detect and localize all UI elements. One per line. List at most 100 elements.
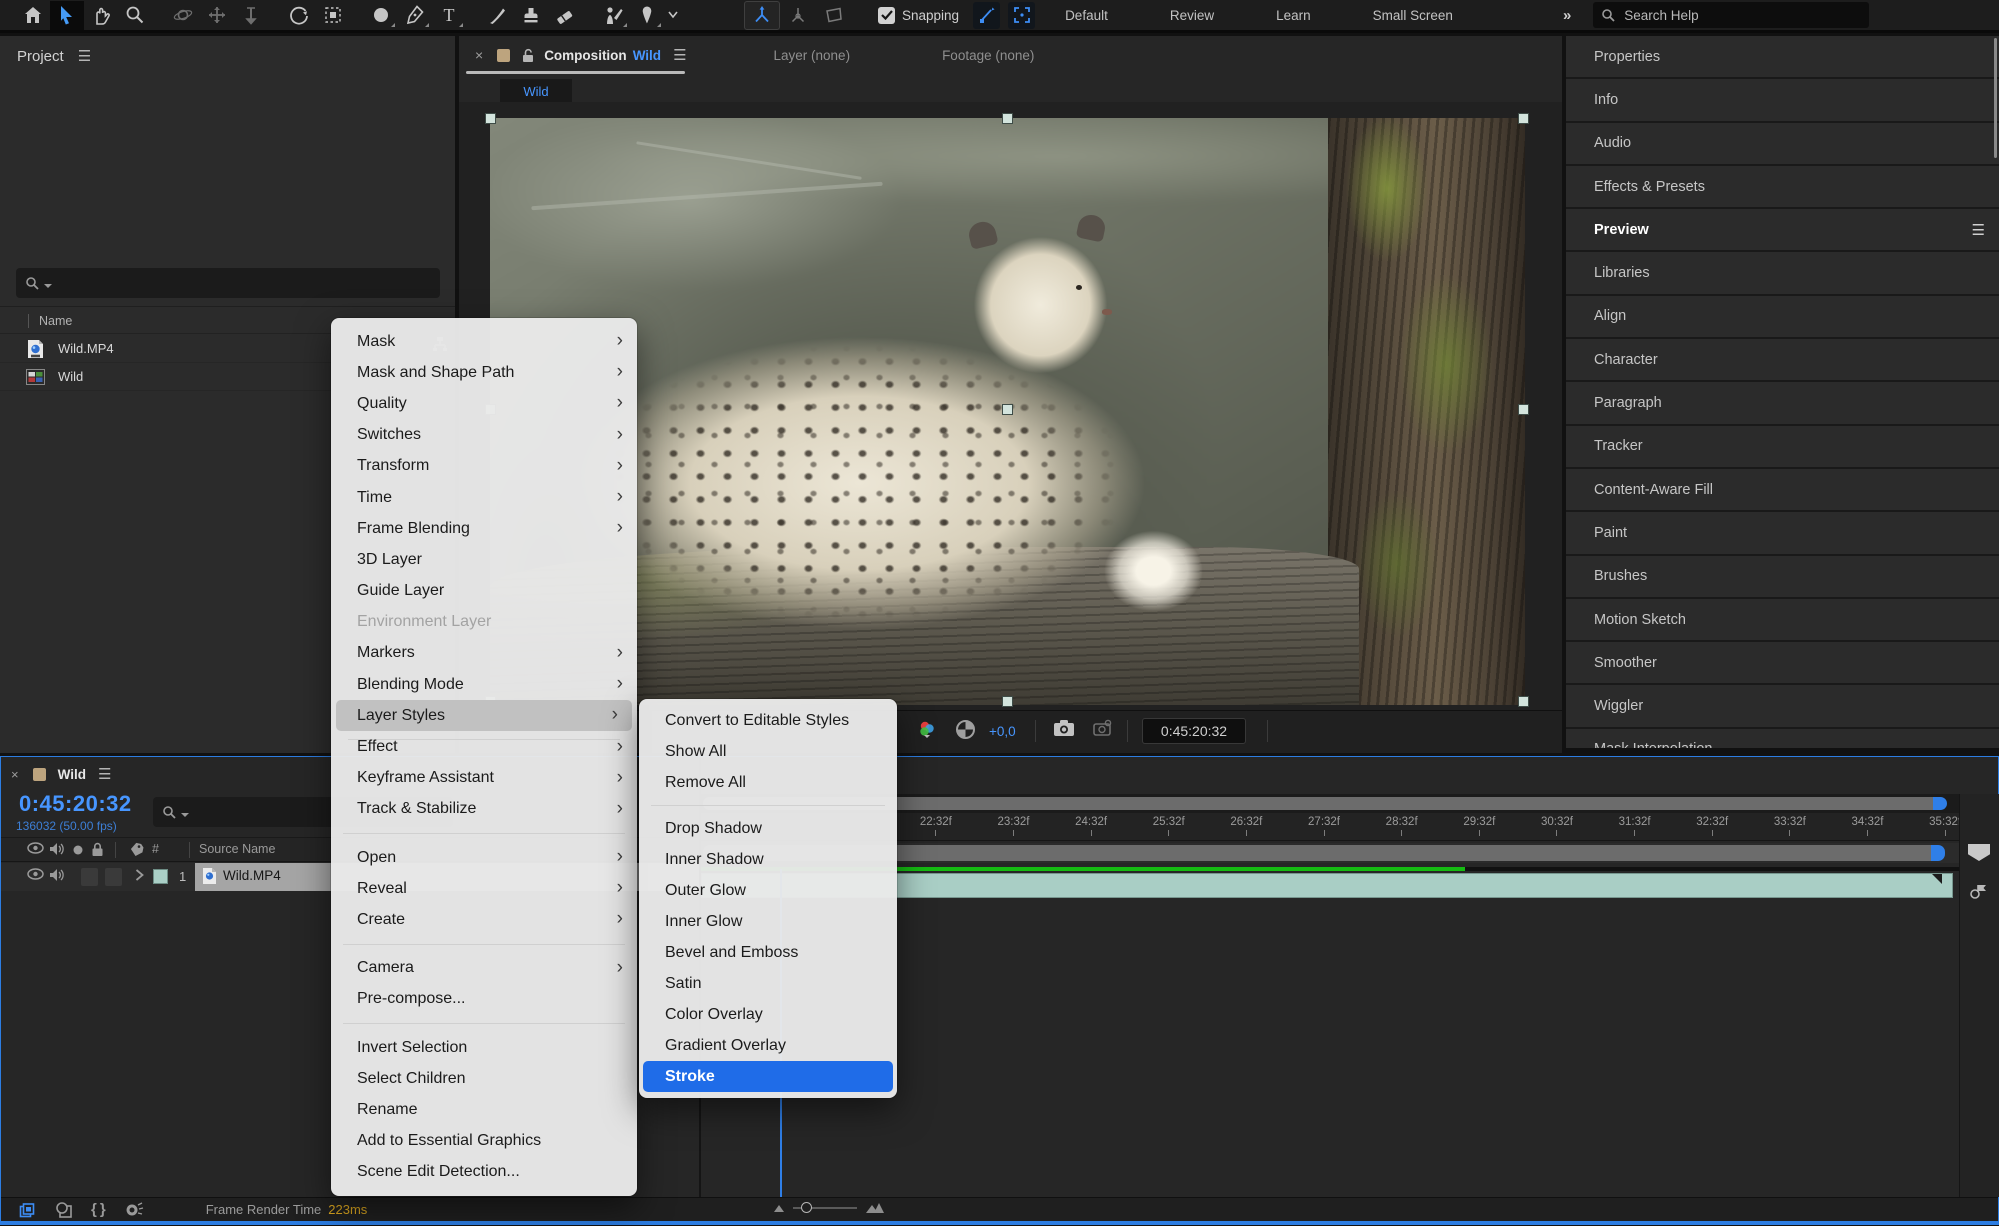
brush-tool[interactable]: [480, 1, 514, 30]
orbit-camera-tool[interactable]: [166, 1, 200, 30]
context-menu-item[interactable]: Select Children ›: [331, 1063, 637, 1094]
timeline-tab[interactable]: × Wild ☰: [11, 765, 112, 783]
context-menu-item[interactable]: Add to Essential Graphics ›: [331, 1126, 637, 1157]
unlock-icon[interactable]: [522, 48, 534, 63]
panel-tab[interactable]: Tracker ☰: [1566, 426, 1999, 469]
exposure-value[interactable]: +0,0: [989, 724, 1016, 739]
clone-stamp-tool[interactable]: [514, 1, 548, 30]
video-column-icon[interactable]: [27, 842, 44, 854]
puppet-pin-tool[interactable]: [630, 1, 664, 30]
zoom-tool[interactable]: [118, 1, 152, 30]
panel-tab[interactable]: Mask Interpolation ☰: [1566, 729, 1999, 748]
layer-video-icon[interactable]: [27, 868, 44, 880]
audio-column-icon[interactable]: [49, 842, 64, 856]
hand-tool[interactable]: [84, 1, 118, 30]
context-menu-item[interactable]: Camera ›: [331, 953, 637, 984]
frame-blending-toggle-icon[interactable]: [19, 1201, 37, 1219]
selection-handle[interactable]: [1002, 113, 1013, 124]
context-menu-item[interactable]: Frame Blending ›: [331, 513, 637, 544]
context-menu-item[interactable]: Transform ›: [331, 451, 637, 482]
selection-handle[interactable]: [1518, 404, 1529, 415]
timeline-zoom-control[interactable]: [773, 1202, 885, 1214]
label-column-icon[interactable]: [128, 842, 144, 857]
panel-tab[interactable]: Brushes ☰: [1566, 556, 1999, 599]
layer-expander-icon[interactable]: [135, 869, 144, 881]
view-axis-mode-button[interactable]: [816, 1, 852, 30]
roto-brush-tool[interactable]: [596, 1, 630, 30]
submenu-item[interactable]: Satin: [639, 968, 897, 999]
timeline-tab-label[interactable]: Wild: [58, 767, 86, 782]
selection-handle[interactable]: [1518, 113, 1529, 124]
panel-tab[interactable]: Motion Sketch ☰: [1566, 599, 1999, 642]
submenu-item[interactable]: Inner Shadow: [639, 844, 897, 875]
submenu-item[interactable]: Bevel and Emboss: [639, 937, 897, 968]
composition-breadcrumb[interactable]: Wild: [500, 79, 572, 103]
rotation-tool[interactable]: [282, 1, 316, 30]
selection-handle[interactable]: [485, 113, 496, 124]
show-snapshot-icon[interactable]: [1091, 719, 1113, 737]
search-options-caret[interactable]: [181, 813, 189, 817]
panel-tab[interactable]: Libraries ☰: [1566, 252, 1999, 295]
pan-camera-tool[interactable]: [200, 1, 234, 30]
context-menu-item[interactable]: Quality ›: [331, 388, 637, 419]
comp-button-icon[interactable]: [1969, 882, 1989, 900]
submenu-item[interactable]: Drop Shadow: [639, 813, 897, 844]
context-menu-item[interactable]: Track & Stabilize ›: [331, 794, 637, 825]
sidebar-scrollbar[interactable]: [1994, 38, 1997, 158]
workspace-tab[interactable]: Learn: [1276, 8, 1311, 23]
eraser-tool[interactable]: [548, 1, 582, 30]
submenu-item[interactable]: Gradient Overlay: [639, 1030, 897, 1061]
context-menu-item[interactable]: Mask ›: [331, 326, 637, 357]
context-menu-item[interactable]: 3D Layer ›: [331, 544, 637, 575]
context-menu-item[interactable]: Layer Styles ›: [336, 700, 632, 731]
close-tab-icon[interactable]: ×: [11, 767, 19, 782]
world-axis-mode-button[interactable]: [780, 1, 816, 30]
layer-name[interactable]: Wild.MP4: [223, 868, 281, 883]
panel-tab[interactable]: Audio ☰: [1566, 123, 1999, 166]
selection-tool[interactable]: [50, 1, 84, 30]
channel-rgb-icon[interactable]: [917, 719, 937, 739]
current-timecode[interactable]: 0:45:20:32: [19, 791, 132, 817]
exposure-icon[interactable]: [955, 719, 976, 740]
project-panel-menu-icon[interactable]: ☰: [78, 47, 92, 65]
context-menu-item[interactable]: Blending Mode ›: [331, 669, 637, 700]
selection-handle[interactable]: [1002, 696, 1013, 707]
context-menu-item[interactable]: Markers ›: [331, 638, 637, 669]
workspace-tab[interactable]: Default: [1065, 8, 1108, 23]
tab-composition-name[interactable]: Wild: [633, 48, 661, 63]
panel-tab[interactable]: Paragraph ☰: [1566, 382, 1999, 425]
panel-menu-icon[interactable]: ☰: [1972, 221, 1985, 239]
context-menu-item[interactable]: Rename ›: [331, 1094, 637, 1125]
layer-audio-icon[interactable]: [49, 868, 64, 882]
dolly-camera-tool[interactable]: [234, 1, 268, 30]
source-name-column-header[interactable]: Source Name: [199, 842, 275, 856]
zoom-slider[interactable]: [793, 1207, 857, 1209]
submenu-item[interactable]: Remove All: [639, 767, 897, 798]
layer-color-swatch[interactable]: [153, 869, 168, 884]
workspace-tab[interactable]: Review: [1170, 8, 1214, 23]
camera-roi-tool[interactable]: [316, 1, 350, 30]
comp-marker-bin-icon[interactable]: [1968, 844, 1990, 861]
zoom-slider-thumb[interactable]: [801, 1202, 812, 1213]
context-menu-item[interactable]: Reveal ›: [331, 873, 637, 904]
project-search-input[interactable]: [56, 276, 381, 291]
submenu-item[interactable]: Stroke: [643, 1061, 893, 1092]
context-menu-item[interactable]: Open ›: [331, 842, 637, 873]
pen-tool[interactable]: [398, 1, 432, 30]
panel-tab[interactable]: Properties ☰: [1566, 36, 1999, 79]
context-menu-item[interactable]: Keyframe Assistant ›: [331, 763, 637, 794]
home-tool[interactable]: [16, 1, 50, 30]
motion-blur-toggle-icon[interactable]: [124, 1202, 144, 1218]
context-menu-item[interactable]: Pre-compose... ›: [331, 984, 637, 1015]
context-menu-item[interactable]: Environment Layer ›: [331, 607, 637, 638]
panel-tab[interactable]: Content-Aware Fill ☰: [1566, 469, 1999, 512]
panel-tab[interactable]: Effects & Presets ☰: [1566, 166, 1999, 209]
project-search-field[interactable]: [16, 268, 440, 298]
close-tab-icon[interactable]: ×: [475, 47, 483, 63]
panel-tab[interactable]: Smoother ☰: [1566, 642, 1999, 685]
context-menu-item[interactable]: Invert Selection ›: [331, 1032, 637, 1063]
timeline-panel-menu-icon[interactable]: ☰: [98, 765, 112, 783]
viewer-timecode[interactable]: 0:45:20:32: [1142, 718, 1246, 744]
submenu-item[interactable]: Convert to Editable Styles: [639, 705, 897, 736]
workspace-overflow-button[interactable]: »: [1563, 7, 1571, 24]
